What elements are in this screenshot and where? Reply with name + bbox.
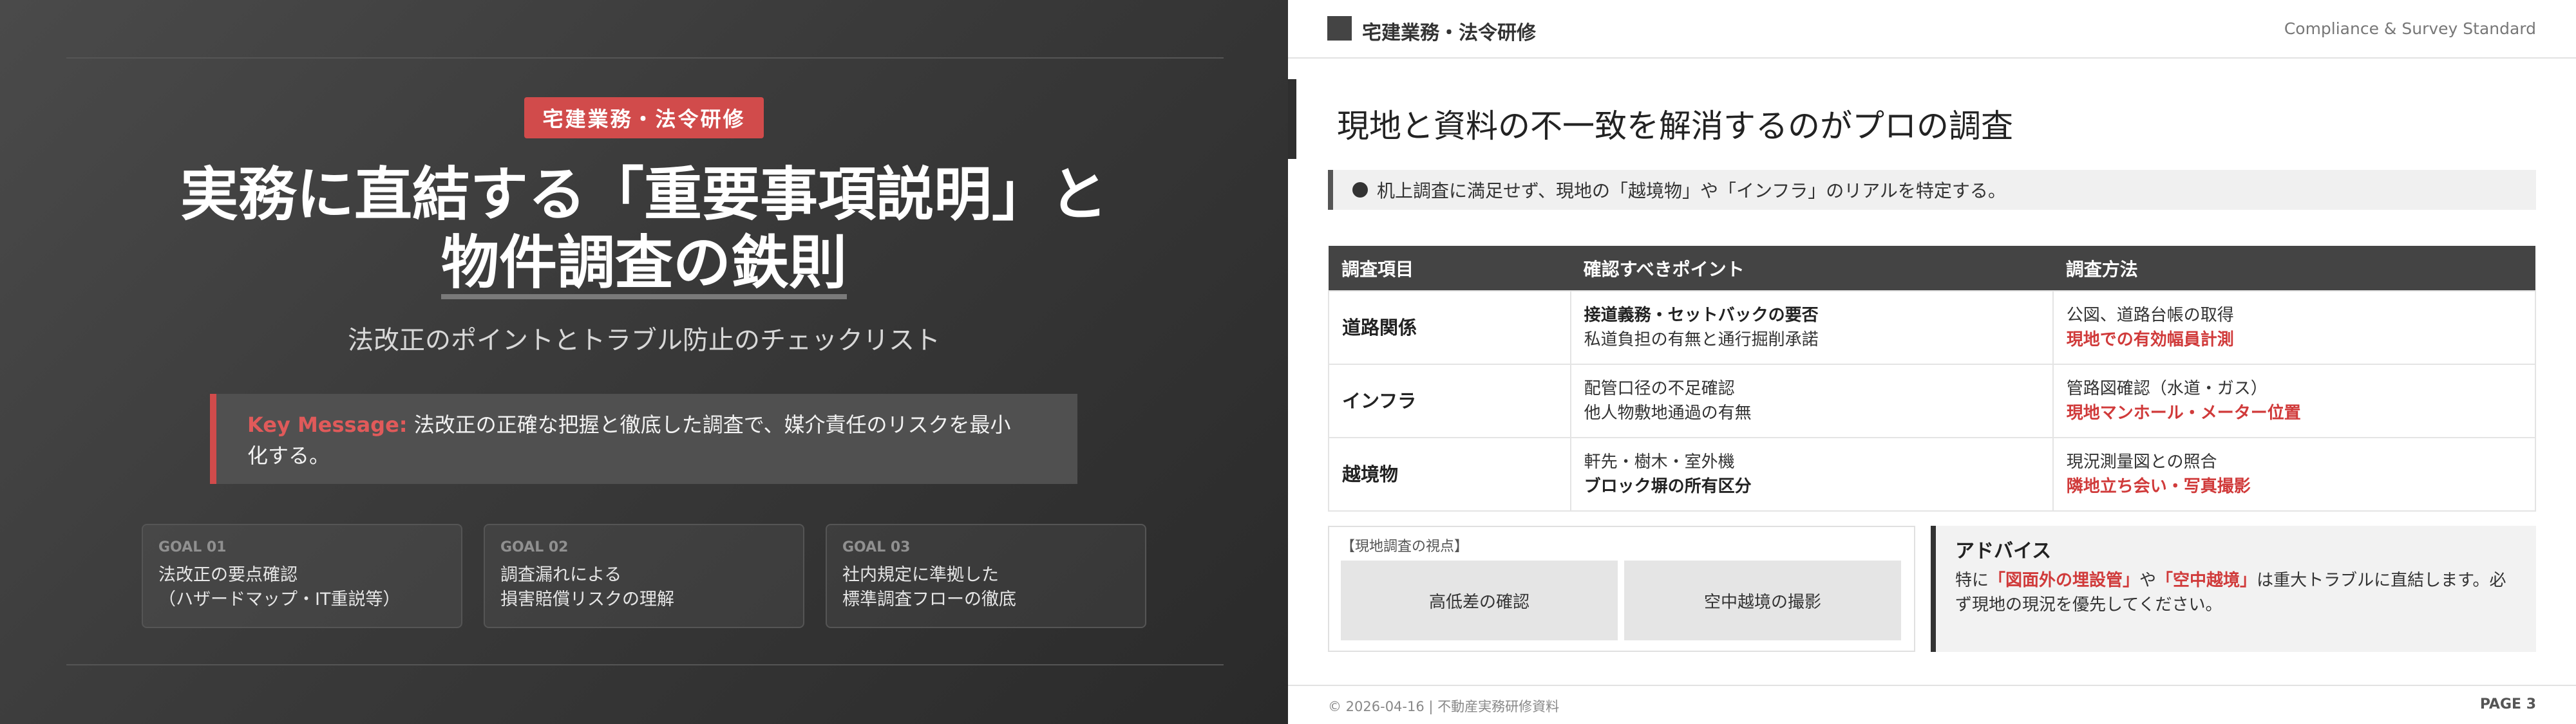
goal-number: GOAL 02 [500, 539, 569, 555]
column-header: 調査項目 [1329, 246, 1571, 291]
goal-text: 社内規定に準拠した 標準調査フローの徹底 [842, 565, 1016, 609]
method-highlight: 現地での有効幅員計測 [2066, 330, 2234, 349]
advice-box: アドバイス 特に「図面外の埋設管」や「空中越境」は重大トラブルに直結します。必ず… [1931, 526, 2536, 652]
title-slide: 宅建業務・法令研修 実務に直結する「重要事項説明」と 物件調査の鉄則 法改正のポ… [0, 0, 1288, 724]
method-text: 公図、道路台帳の取得 [2066, 306, 2234, 325]
divider-top [66, 57, 1224, 59]
point-text: ブロック塀の所有区分 [1584, 477, 1752, 496]
field-view-title: 【現地調査の視点】 [1341, 539, 1469, 555]
table-row: インフラ 配管口径の不足確認 他人物敷地通過の有無 管路図確認（水道・ガス） 現… [1328, 364, 2537, 438]
point-text: 配管口径の不足確認 [1584, 379, 1735, 398]
advice-text: 特に「図面外の埋設管」や「空中越境」は重大トラブルに直結します。必ず現地の現況を… [1955, 568, 2519, 617]
category-badge: 宅建業務・法令研修 [524, 97, 764, 138]
method-highlight: 隣地立ち会い・写真撮影 [2066, 477, 2251, 496]
check-points: 接道義務・セットバックの要否 私道負担の有無と通行掘削承諾 [1569, 290, 2054, 365]
survey-method: 現況測量図との照合 隣地立ち会い・写真撮影 [2052, 437, 2537, 512]
header-title: 宅建業務・法令研修 [1362, 22, 1536, 44]
method-highlight: 現地マンホール・メーター位置 [2066, 404, 2301, 423]
survey-item: インフラ [1328, 364, 1571, 438]
goal-card-2: GOAL 02 調査漏れによる 損害賠償リスクの理解 [484, 524, 804, 628]
method-text: 現況測量図との照合 [2066, 452, 2217, 472]
slide-title: 現地と資料の不一致を解消するのがプロの調査 [1337, 107, 2013, 145]
summary-text: 机上調査に満足せず、現地の「越境物」や「インフラ」のリアルを特定する。 [1377, 180, 2006, 201]
content-slide: 宅建業務・法令研修 Compliance & Survey Standard 現… [1288, 0, 2576, 724]
key-message-box: Key Message: 法改正の正確な把握と徹底した調査で、媒介責任のリスクを… [210, 394, 1077, 484]
advice-title: アドバイス [1955, 540, 2052, 562]
check-points: 軒先・樹木・室外機 ブロック塀の所有区分 [1569, 437, 2054, 512]
column-header: 確認すべきポイント [1570, 246, 2053, 291]
point-text: 接道義務・セットバックの要否 [1584, 306, 1819, 325]
point-text: 他人物敷地通過の有無 [1584, 404, 1752, 423]
survey-method: 公図、道路台帳の取得 現地での有効幅員計測 [2052, 290, 2537, 365]
main-title-line1: 実務に直結する「重要事項説明」と [180, 161, 1108, 228]
advice-highlight: 「空中越境」 [2156, 571, 2257, 590]
bullet-icon [1352, 182, 1368, 198]
survey-item: 道路関係 [1328, 290, 1571, 365]
main-title-line2: 物件調査の鉄則 [441, 232, 847, 299]
table-row: 道路関係 接道義務・セットバックの要否 私道負担の有無と通行掘削承諾 公図、道路… [1328, 290, 2537, 365]
goal-card-3: GOAL 03 社内規定に準拠した 標準調査フローの徹底 [826, 524, 1146, 628]
table-row: 越境物 軒先・樹木・室外機 ブロック塀の所有区分 現況測量図との照合 隣地立ち会… [1328, 437, 2537, 512]
footer-copyright: © 2026-04-16 | 不動産実務研修資料 [1328, 699, 1560, 714]
subtitle: 法改正のポイントとトラブル防止のチェックリスト [348, 326, 940, 355]
advice-highlight: 「図面外の埋設管」 [1989, 571, 2140, 590]
column-header: 調査方法 [2052, 246, 2535, 291]
square-logo-icon [1327, 16, 1352, 41]
survey-table: 調査項目 確認すべきポイント 調査方法 道路関係 接道義務・セットバックの要否 … [1328, 246, 2537, 512]
goal-text: 調査漏れによる 損害賠償リスクの理解 [500, 565, 674, 609]
summary-line: 机上調査に満足せず、現地の「越境物」や「インフラ」のリアルを特定する。 [1328, 170, 2536, 210]
divider-bottom [66, 664, 1224, 665]
survey-item: 越境物 [1328, 437, 1571, 512]
advice-segment: 特に [1955, 571, 1989, 590]
survey-method: 管路図確認（水道・ガス） 現地マンホール・メーター位置 [2052, 364, 2537, 438]
page-number: PAGE 3 [2479, 696, 2536, 712]
advice-segment: や [2139, 571, 2157, 590]
goal-text: 法改正の要点確認 （ハザードマップ・IT重説等） [158, 565, 401, 609]
slide-footer: © 2026-04-16 | 不動産実務研修資料 PAGE 3 [1288, 685, 2576, 724]
elevation-check-card: 高低差の確認 [1341, 561, 1618, 640]
field-view-box: 【現地調査の視点】 高低差の確認 空中越境の撮影 [1328, 526, 1915, 652]
main-title: 実務に直結する「重要事項説明」と 物件調査の鉄則 [0, 161, 1288, 299]
goal-number: GOAL 03 [842, 539, 911, 555]
point-text: 私道負担の有無と通行掘削承諾 [1584, 330, 1819, 349]
key-message-label: Key Message: [247, 413, 408, 437]
header-tagline: Compliance & Survey Standard [2284, 19, 2536, 38]
method-text: 管路図確認（水道・ガス） [2066, 379, 2268, 398]
point-text: 軒先・樹木・室外機 [1584, 452, 1735, 472]
goal-number: GOAL 01 [158, 539, 227, 555]
title-accent-bar [1288, 79, 1296, 159]
check-points: 配管口径の不足確認 他人物敷地通過の有無 [1569, 364, 2054, 438]
aerial-encroachment-card: 空中越境の撮影 [1624, 561, 1901, 640]
goal-card-1: GOAL 01 法改正の要点確認 （ハザードマップ・IT重説等） [142, 524, 462, 628]
slide-header: 宅建業務・法令研修 Compliance & Survey Standard [1288, 0, 2576, 59]
